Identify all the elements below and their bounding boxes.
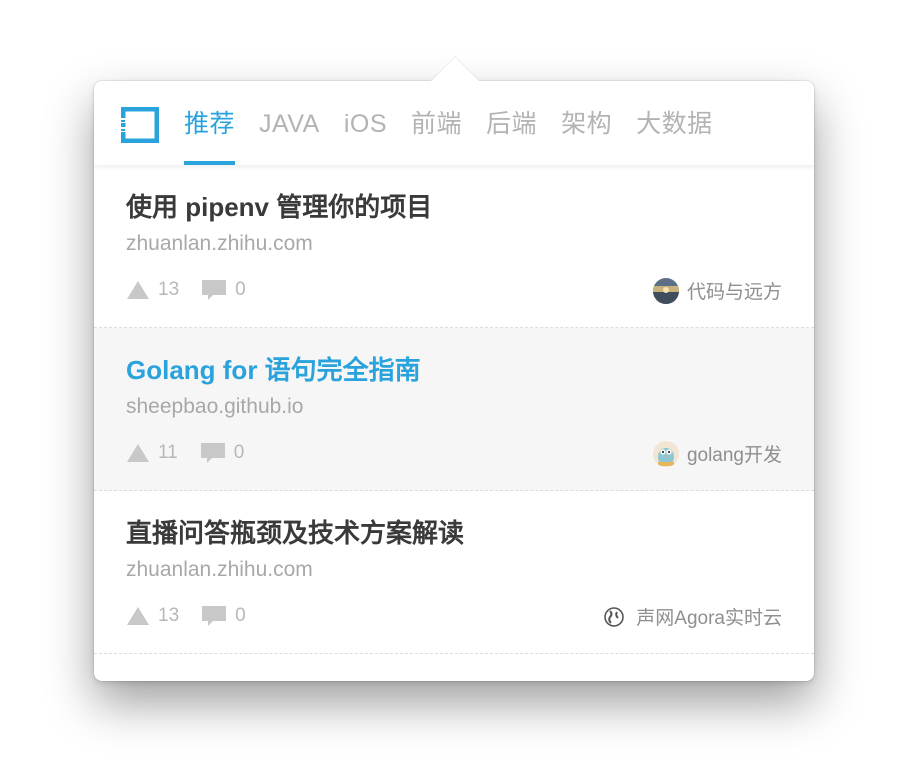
- comment-icon: [202, 280, 227, 300]
- like-count: 13: [158, 279, 180, 300]
- like-stat[interactable]: 11: [126, 442, 178, 464]
- article-title[interactable]: 直播问答瓶颈及技术方案解读: [126, 513, 464, 550]
- comment-stat[interactable]: 0: [201, 279, 246, 301]
- comment-icon: [200, 443, 225, 463]
- comment-count: 0: [235, 279, 246, 300]
- article-title[interactable]: 使用 pipenv 管理你的项目: [126, 187, 432, 224]
- article-stats: 13 0: [126, 279, 268, 301]
- tab-recommend[interactable]: 推荐: [184, 81, 236, 165]
- feed-popover: 推荐 JAVA iOS 前端 后端 架构 大数据 使用 pipenv 管理你的项…: [94, 81, 814, 681]
- author-name: 代码与远方: [686, 282, 782, 303]
- like-stat[interactable]: 13: [126, 279, 179, 301]
- article-author[interactable]: 声网Agora实时云: [604, 603, 782, 630]
- tab-architecture[interactable]: 架构: [561, 81, 612, 165]
- article-domain: zhuanlan.zhihu.com: [126, 232, 313, 255]
- like-count: 13: [158, 605, 180, 626]
- tab-frontend[interactable]: 前端: [411, 81, 462, 165]
- article-item[interactable]: 直播问答瓶颈及技术方案解读 zhuanlan.zhihu.com 13 0 声网…: [94, 491, 814, 654]
- like-count: 11: [158, 442, 178, 463]
- category-tabs: 推荐 JAVA iOS 前端 后端 架构 大数据: [184, 81, 737, 165]
- tab-backend[interactable]: 后端: [486, 81, 537, 165]
- article-domain: sheepbao.github.io: [126, 395, 304, 418]
- upvote-icon: [127, 444, 149, 462]
- comment-stat[interactable]: 0: [200, 442, 245, 464]
- gopher-avatar: [652, 440, 679, 467]
- comment-icon: [202, 606, 227, 626]
- globe-avatar: [604, 606, 625, 627]
- landscape-avatar: [652, 277, 679, 304]
- upvote-icon: [127, 281, 149, 299]
- like-stat[interactable]: 13: [126, 605, 179, 627]
- article-item[interactable]: 使用 pipenv 管理你的项目 zhuanlan.zhihu.com 13 0: [94, 165, 814, 328]
- comment-count: 0: [235, 605, 246, 626]
- author-name: 声网Agora实时云: [636, 608, 782, 629]
- tab-java[interactable]: JAVA: [259, 81, 320, 165]
- upvote-icon: [127, 607, 149, 625]
- article-author[interactable]: golang开发: [652, 440, 782, 467]
- popover-arrow: [431, 57, 479, 81]
- article-list: 使用 pipenv 管理你的项目 zhuanlan.zhihu.com 13 0: [94, 165, 814, 654]
- comment-count: 0: [233, 442, 245, 463]
- header: 推荐 JAVA iOS 前端 后端 架构 大数据: [94, 81, 814, 165]
- author-name: golang开发: [686, 445, 782, 466]
- tab-bigdata[interactable]: 大数据: [636, 81, 713, 165]
- article-stats: 11 0: [126, 442, 266, 464]
- article-stats: 13 0: [126, 605, 268, 627]
- app-logo-icon[interactable]: [121, 107, 159, 143]
- article-domain: zhuanlan.zhihu.com: [126, 558, 313, 581]
- tab-ios[interactable]: iOS: [344, 81, 387, 165]
- article-item[interactable]: Golang for 语句完全指南 sheepbao.github.io 11 …: [94, 328, 814, 491]
- comment-stat[interactable]: 0: [201, 605, 246, 627]
- article-title[interactable]: Golang for 语句完全指南: [126, 350, 421, 387]
- article-author[interactable]: 代码与远方: [652, 277, 782, 304]
